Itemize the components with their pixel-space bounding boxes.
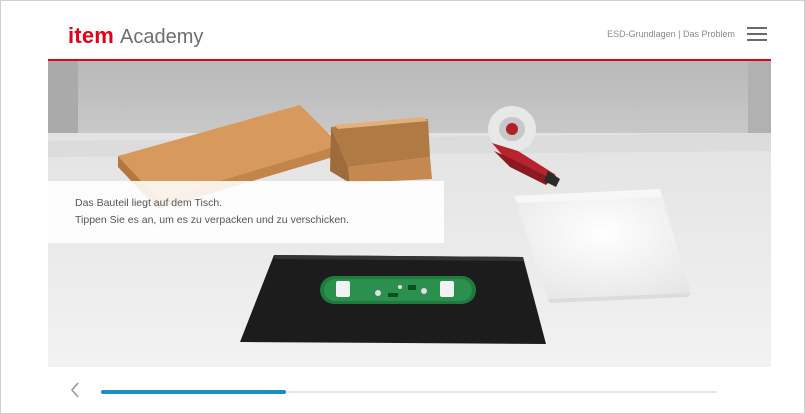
item-academy-logo: item Academy [68,23,204,48]
logo-subtitle: Academy [120,26,204,48]
progress-track [101,390,717,394]
instruction-line-2: Tippen Sie es an, um es zu verpacken und… [75,214,349,226]
header-bar: item Academy ESD-Grundlagen | Das Proble… [48,1,771,59]
footer-bar [48,367,771,413]
instruction-box: Das Bauteil liegt auf dem Tisch. Tippen … [48,181,444,243]
progress-fill [101,390,286,394]
instruction-line-1: Das Bauteil liegt auf dem Tisch. [75,197,223,209]
logo-brand: item [68,23,115,48]
circuit-board[interactable] [320,276,476,304]
app-frame: item Academy ESD-Grundlagen | Das Proble… [0,0,805,414]
chevron-left-icon[interactable] [68,381,82,399]
breadcrumb: ESD-Grundlagen | Das Problem [607,29,735,39]
hamburger-menu-icon[interactable] [747,27,767,41]
